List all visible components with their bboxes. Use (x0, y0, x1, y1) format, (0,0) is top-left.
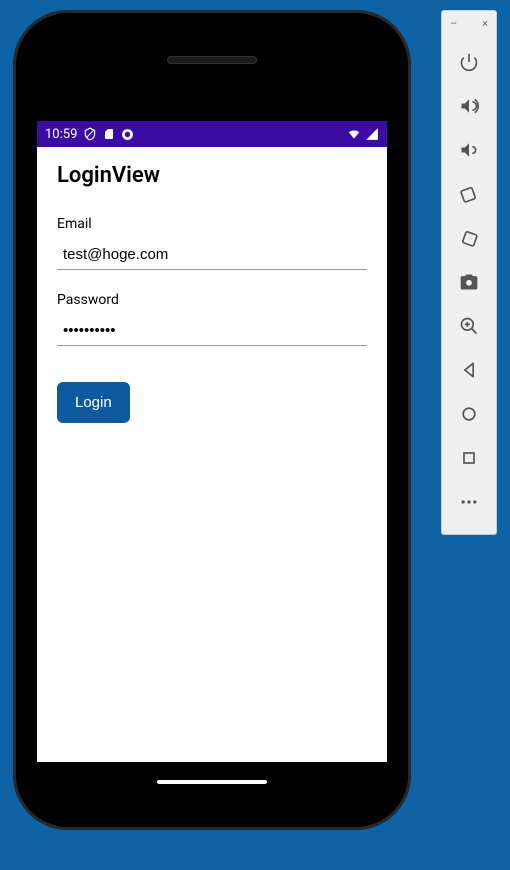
circle-icon (121, 128, 134, 141)
phone-speaker (167, 56, 257, 64)
email-field-group: Email (57, 216, 367, 270)
email-input[interactable] (57, 242, 367, 270)
rotate-left-button[interactable] (442, 172, 496, 216)
shield-icon (83, 127, 97, 141)
phone-screen: 10:59 (37, 121, 387, 762)
screenshot-button[interactable] (442, 260, 496, 304)
email-label: Email (57, 216, 367, 232)
power-button[interactable] (442, 40, 496, 84)
overview-button[interactable] (442, 436, 496, 480)
rotate-right-button[interactable] (442, 216, 496, 260)
minimize-button[interactable]: – (450, 17, 457, 30)
close-button[interactable]: × (482, 17, 488, 30)
cellular-signal-icon (365, 127, 379, 141)
android-nav-indicator[interactable] (157, 780, 267, 784)
password-field-group: Password (57, 292, 367, 346)
password-input[interactable] (57, 318, 367, 346)
back-button[interactable] (442, 348, 496, 392)
volume-down-button[interactable] (442, 128, 496, 172)
android-status-bar: 10:59 (37, 121, 387, 147)
phone-bezel: 10:59 (19, 16, 405, 824)
app-content: LoginView Email Password Login (37, 147, 387, 439)
sd-card-icon (103, 127, 115, 141)
more-options-button[interactable] (442, 480, 496, 524)
volume-up-button[interactable] (442, 84, 496, 128)
login-button[interactable]: Login (57, 382, 130, 423)
status-time: 10:59 (45, 127, 77, 142)
emulator-toolbar: – × (441, 10, 497, 535)
emulator-device-frame: 10:59 (13, 10, 411, 830)
zoom-button[interactable] (442, 304, 496, 348)
home-button[interactable] (442, 392, 496, 436)
wifi-icon (346, 127, 362, 141)
password-label: Password (57, 292, 367, 308)
page-title: LoginView (57, 163, 367, 188)
